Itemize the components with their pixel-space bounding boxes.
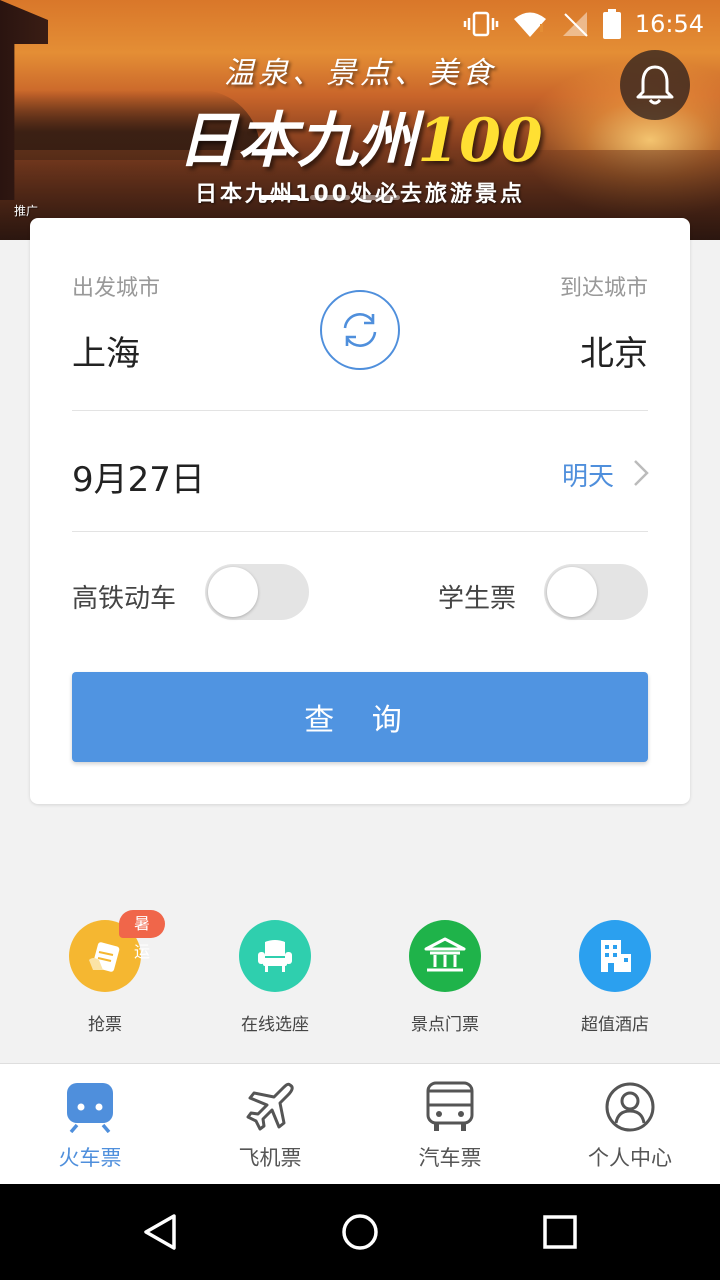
student-ticket-toggle[interactable] <box>544 564 648 620</box>
banner-headline-number: 100 <box>417 106 543 176</box>
tab-profile[interactable]: 个人中心 <box>540 1080 720 1172</box>
clock: 16:54 <box>634 10 704 38</box>
hotel-glyph <box>601 940 631 972</box>
vibrate-icon <box>463 11 499 37</box>
bottom-tab-bar: 火车票 飞机票 汽车票 个人中心 <box>0 1063 720 1184</box>
train-glyph <box>67 1083 113 1133</box>
quick-action-label: 抢票 <box>88 1015 122 1035</box>
plane-icon <box>180 1080 360 1134</box>
tab-label: 汽车票 <box>418 1146 482 1170</box>
banner-subline: 日本九州100处必去旅游景点 <box>195 182 525 207</box>
quick-action-seat-select[interactable]: 在线选座 <box>215 920 335 1035</box>
notification-button[interactable] <box>620 50 690 120</box>
divider <box>72 410 648 411</box>
toggle-knob <box>208 567 258 617</box>
tab-bus-tickets[interactable]: 汽车票 <box>360 1080 540 1172</box>
banner-headline: 日本九州100 <box>0 92 720 179</box>
tab-label: 火车票 <box>58 1146 122 1170</box>
hotel-icon <box>579 920 651 992</box>
train-icon <box>0 1080 180 1134</box>
plane-glyph <box>246 1082 294 1131</box>
swap-icon <box>343 313 377 347</box>
banner-page-dot <box>310 195 350 200</box>
status-bar: 16:54 <box>0 0 720 48</box>
user-icon <box>540 1080 720 1134</box>
bus-glyph <box>426 1081 474 1131</box>
bus-icon <box>360 1080 540 1134</box>
from-city-field[interactable]: 上海 <box>72 326 140 375</box>
tab-label: 个人中心 <box>588 1146 672 1170</box>
quick-action-label: 在线选座 <box>241 1015 309 1035</box>
system-nav-bar <box>0 1184 720 1280</box>
bell-icon <box>636 65 674 105</box>
search-button[interactable]: 查 询 <box>72 672 648 762</box>
student-ticket-label: 学生票 <box>438 584 517 614</box>
user-glyph <box>605 1082 655 1132</box>
ticket-grab-glyph <box>89 942 120 972</box>
promo-label: 推广 <box>14 204 39 218</box>
quick-action-attraction-tickets[interactable]: 景点门票 <box>385 920 505 1035</box>
tab-label: 飞机票 <box>238 1146 302 1170</box>
no-signal-icon <box>562 12 588 37</box>
quick-actions: 暑运 抢票 在线选座 景点门票 超值酒店 <box>0 910 720 1060</box>
high-speed-label: 高铁动车 <box>72 584 177 614</box>
quick-action-label: 超值酒店 <box>581 1015 649 1035</box>
banner-page-dot <box>260 195 300 200</box>
banner-page-dot <box>360 195 400 200</box>
toggle-knob <box>547 567 597 617</box>
attraction-glyph <box>424 937 466 972</box>
seat-icon <box>239 920 311 992</box>
tab-flight-tickets[interactable]: 飞机票 <box>180 1080 360 1172</box>
home-icon[interactable] <box>340 1212 380 1252</box>
date-hint[interactable]: 明天 <box>562 456 614 493</box>
quick-action-grab-ticket[interactable]: 暑运 抢票 <box>45 910 165 1035</box>
quick-action-hotels[interactable]: 超值酒店 <box>555 920 675 1035</box>
train-search-card: 出发城市 到达城市 上海 北京 9月27日 明天 高铁动车 学生票 查 询 <box>30 218 690 804</box>
swap-cities-button[interactable] <box>320 290 400 370</box>
banner-headline-text: 日本九州 <box>177 106 418 176</box>
high-speed-toggle[interactable] <box>205 564 309 620</box>
to-city-label: 到达城市 <box>559 276 648 301</box>
banner-tagline: 温泉、景点、美食 <box>224 56 496 91</box>
quick-action-label: 景点门票 <box>411 1015 479 1035</box>
to-city-field[interactable]: 北京 <box>580 326 648 375</box>
back-icon[interactable] <box>140 1212 180 1252</box>
summer-badge: 暑运 <box>119 910 165 961</box>
chevron-right-icon[interactable] <box>632 458 650 488</box>
departure-date-field[interactable]: 9月27日 <box>72 452 205 501</box>
tab-train-tickets[interactable]: 火车票 <box>0 1080 180 1172</box>
banner-pager <box>260 195 400 200</box>
battery-icon <box>602 9 621 39</box>
divider <box>72 531 648 532</box>
recents-icon[interactable] <box>540 1212 580 1252</box>
seat-glyph <box>258 940 292 972</box>
from-city-label: 出发城市 <box>72 276 161 301</box>
attraction-icon <box>409 920 481 992</box>
wifi-icon <box>513 12 546 37</box>
